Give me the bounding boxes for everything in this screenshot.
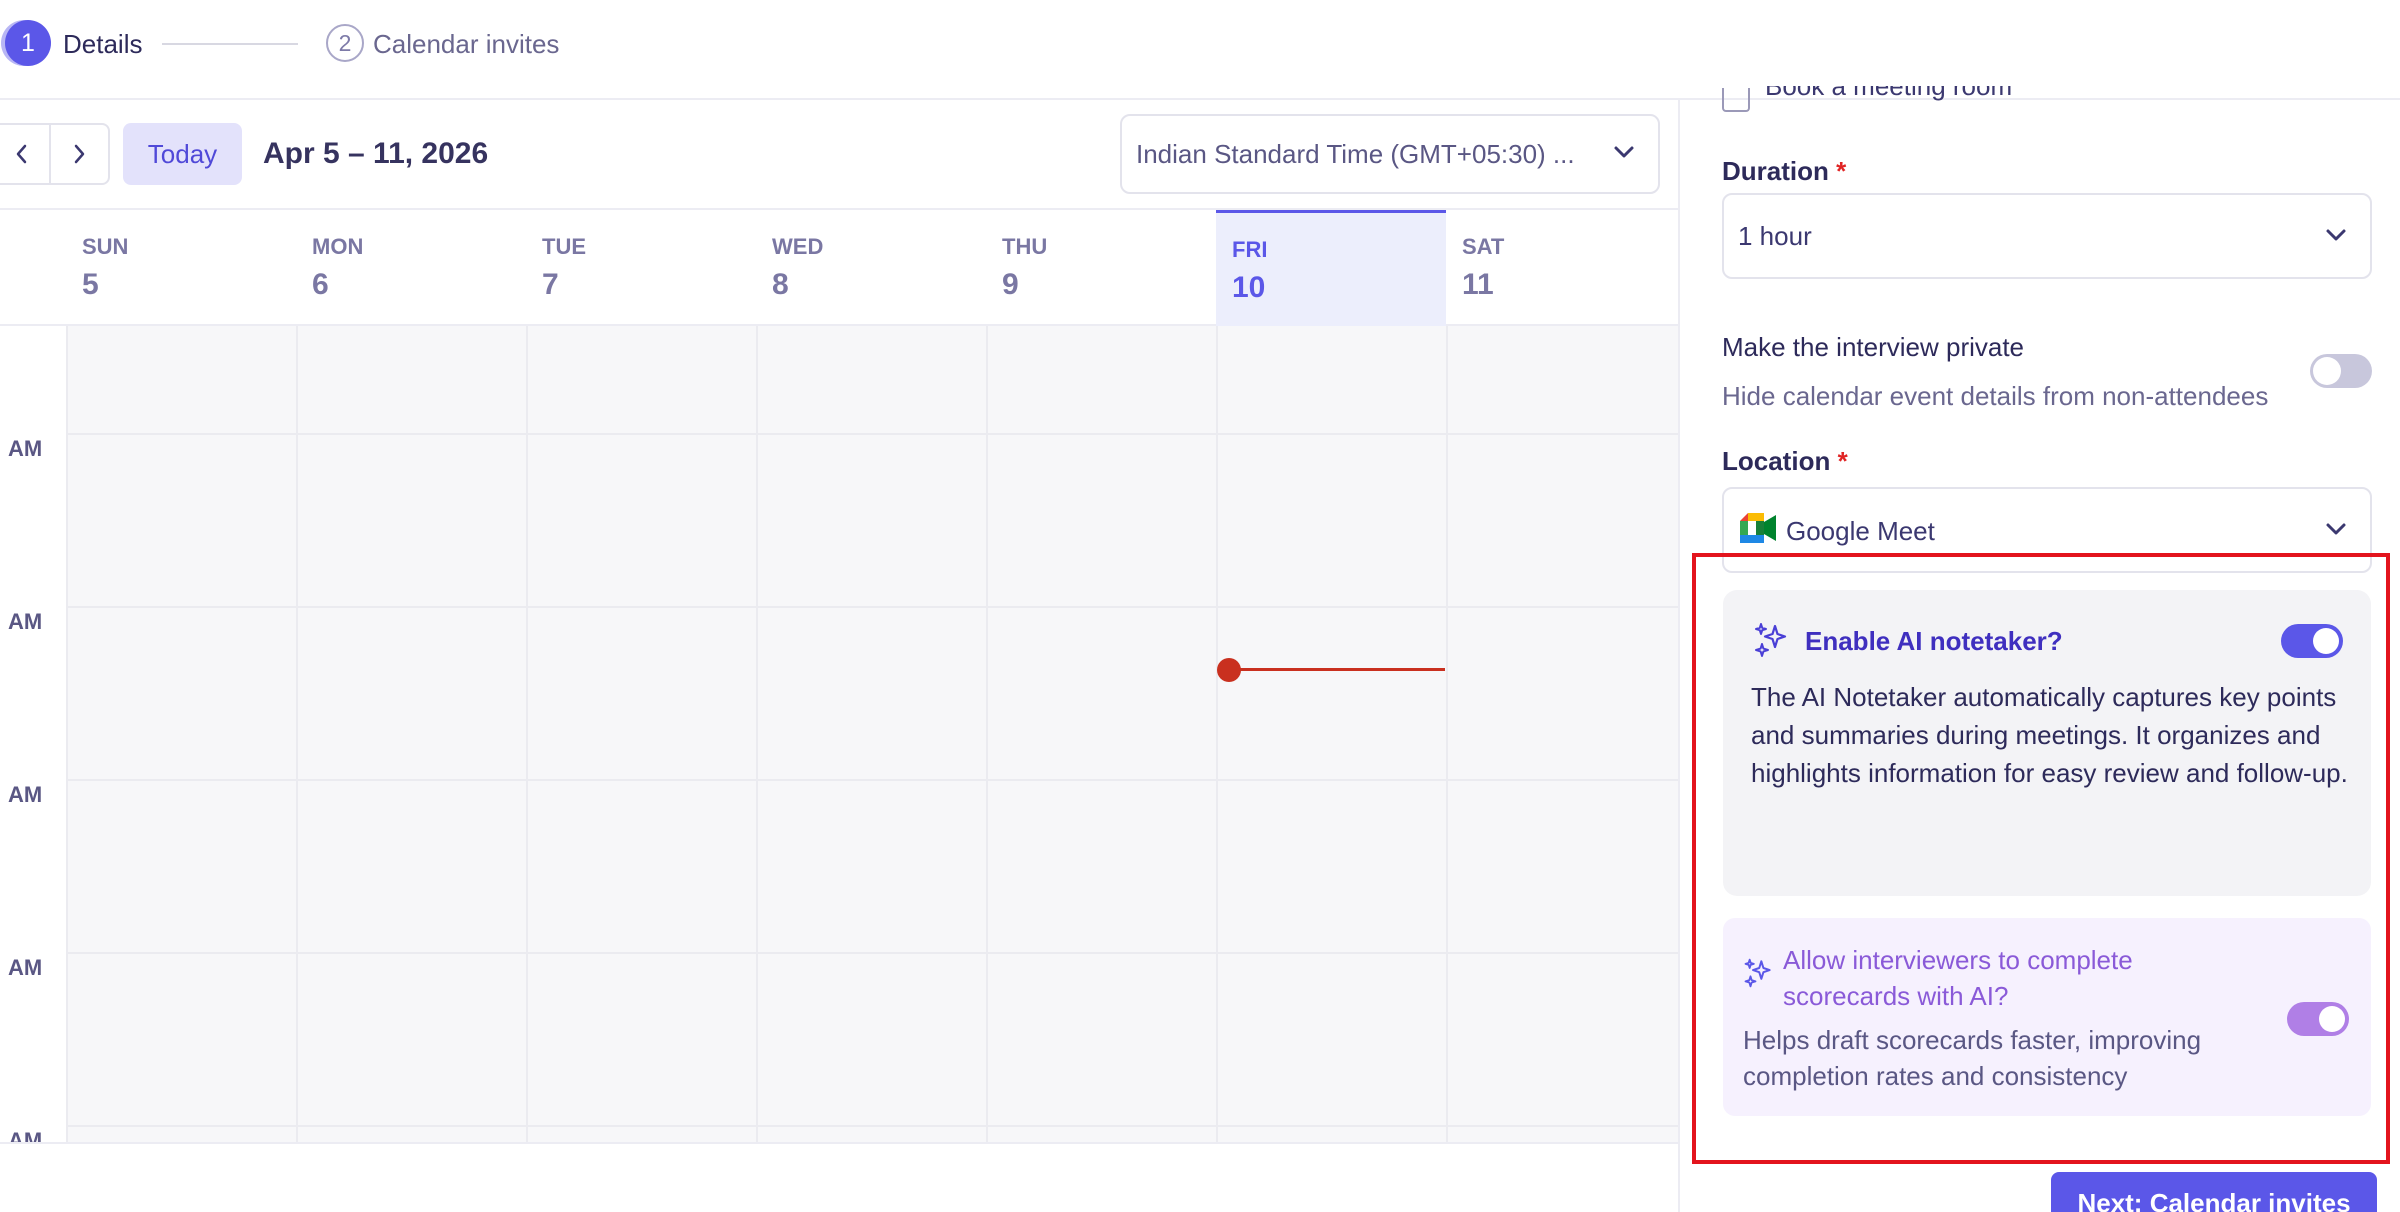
next-week-button[interactable] <box>49 125 108 183</box>
toggle-knob <box>2313 357 2341 385</box>
current-time-dot <box>1217 658 1241 682</box>
day-header-mon[interactable]: MON 6 <box>296 210 526 326</box>
time-label: AM <box>8 436 43 461</box>
next-calendar-invites-button[interactable]: Next: Calendar invites <box>2051 1172 2377 1212</box>
day-header-sat[interactable]: SAT 11 <box>1446 210 1678 326</box>
day-number: 6 <box>312 268 329 301</box>
day-header-sun[interactable]: SUN 5 <box>66 210 296 326</box>
timezone-value: Indian Standard Time (GMT+05:30) ... <box>1136 138 1575 169</box>
stepper: 1 Details 2 Calendar invites <box>0 0 2400 100</box>
duration-value: 1 hour <box>1738 220 1812 251</box>
day-name: SUN <box>82 234 129 259</box>
required-marker: * <box>1837 446 1848 476</box>
day-header-thu[interactable]: THU 9 <box>986 210 1216 326</box>
previous-week-button[interactable] <box>0 125 49 183</box>
private-interview-toggle[interactable] <box>2310 354 2372 388</box>
step-2-label[interactable]: Calendar invites <box>373 29 559 60</box>
grid-hour-line <box>66 779 1678 781</box>
chevron-down-icon <box>2326 523 2346 535</box>
day-header-wed[interactable]: WED 8 <box>756 210 986 326</box>
chevron-down-icon <box>1614 146 1634 158</box>
day-number: 7 <box>542 268 559 301</box>
time-label: AM <box>8 782 43 807</box>
chevron-down-icon <box>2326 229 2346 241</box>
day-name: MON <box>312 234 364 259</box>
time-label: AM <box>8 609 43 634</box>
location-label-text: Location <box>1722 446 1831 476</box>
day-name: SAT <box>1462 234 1505 259</box>
grid-column-divider <box>526 326 528 1142</box>
day-number: 10 <box>1232 271 1266 304</box>
calendar-week-header: SUN 5 MON 6 TUE 7 WED 8 THU 9 FRI 10 SAT… <box>0 208 1678 326</box>
week-navigation <box>0 123 110 185</box>
google-meet-icon <box>1740 513 1776 543</box>
panel-divider <box>1678 100 1680 1212</box>
duration-select[interactable]: 1 hour <box>1722 193 2372 279</box>
grid-hour-line <box>66 433 1678 435</box>
location-label: Location * <box>1722 446 1848 477</box>
time-slot-area[interactable] <box>66 326 1678 1142</box>
step-connector <box>162 43 298 45</box>
grid-hour-line <box>66 1125 1678 1127</box>
step-1-indicator[interactable]: 1 <box>5 20 51 66</box>
current-time-line <box>1228 668 1445 671</box>
day-number: 9 <box>1002 268 1019 301</box>
grid-column-divider <box>1446 326 1448 1142</box>
meeting-room-label-text: Book a meeting room <box>1765 86 2013 101</box>
day-name: THU <box>1002 234 1048 259</box>
required-marker: * <box>1836 156 1847 186</box>
grid-hour-line <box>66 952 1678 954</box>
private-interview-description: Hide calendar event details from non-att… <box>1722 381 2269 411</box>
timezone-select[interactable]: Indian Standard Time (GMT+05:30) ... <box>1120 114 1660 194</box>
day-number: 8 <box>772 268 789 301</box>
grid-column-divider <box>66 326 68 1142</box>
highlight-annotation <box>1692 553 2390 1164</box>
chevron-right-icon <box>74 144 84 164</box>
step-2-indicator[interactable]: 2 <box>326 24 364 62</box>
day-header-tue[interactable]: TUE 7 <box>526 210 756 326</box>
day-number: 11 <box>1462 268 1494 301</box>
calendar-grid[interactable]: AM AM AM AM AM <box>0 326 1678 1144</box>
grid-column-divider <box>296 326 298 1142</box>
grid-column-divider <box>1216 326 1218 1142</box>
today-button[interactable]: Today <box>123 123 242 185</box>
time-label: AM <box>8 955 43 980</box>
location-value: Google Meet <box>1786 516 1935 546</box>
grid-column-divider <box>756 326 758 1142</box>
step-1-label[interactable]: Details <box>63 29 142 60</box>
chevron-left-icon <box>16 144 26 164</box>
day-name: WED <box>772 234 824 259</box>
duration-label-text: Duration <box>1722 156 1829 186</box>
meeting-room-label[interactable]: Book a meeting room <box>1765 86 2012 112</box>
grid-hour-line <box>66 606 1678 608</box>
date-range-label: Apr 5 – 11, 2026 <box>263 137 489 170</box>
day-name: TUE <box>542 234 586 259</box>
private-interview-title: Make the interview private <box>1722 332 2025 362</box>
meeting-room-checkbox[interactable] <box>1722 88 1750 112</box>
day-header-fri[interactable]: FRI 10 <box>1216 210 1446 326</box>
grid-column-divider <box>986 326 988 1142</box>
day-number: 5 <box>82 268 99 301</box>
day-name: FRI <box>1232 237 1268 262</box>
duration-label: Duration * <box>1722 156 1846 187</box>
time-label: AM <box>8 1128 43 1144</box>
